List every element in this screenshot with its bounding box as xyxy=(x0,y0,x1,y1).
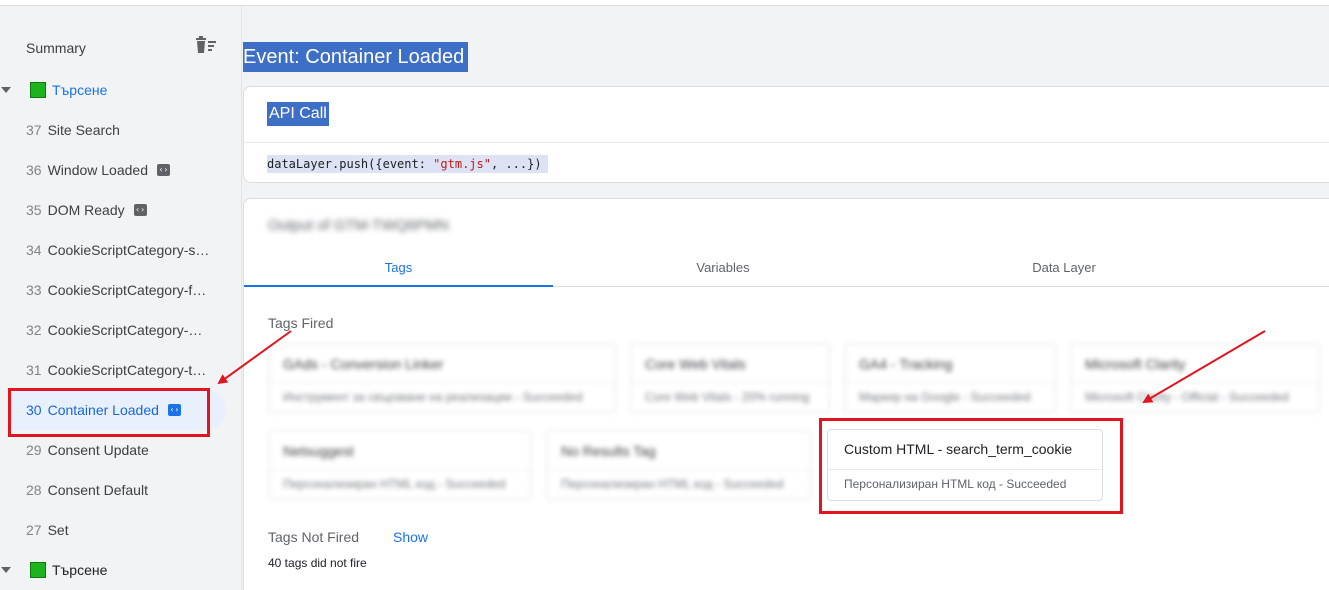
api-call-card: API Call dataLayer.push({event: "gtm.js"… xyxy=(243,86,1329,183)
tag-status: Инструмент за свързване на реализации - … xyxy=(283,390,583,404)
code-string: "gtm.js" xyxy=(433,157,491,171)
event-number: 33 xyxy=(26,282,42,298)
page-title: Event: Container Loaded xyxy=(243,42,469,72)
divider xyxy=(1071,382,1319,383)
output-title: Output of GTM-TWQ6PMN xyxy=(268,217,449,234)
output-tabs: Tags Variables Data Layer xyxy=(244,249,1329,287)
event-item[interactable]: 31 CookieScriptCategory-t… xyxy=(26,358,206,382)
tag-status: Маркер на Google - Succeeded xyxy=(859,390,1031,404)
event-number: 28 xyxy=(26,482,42,498)
event-label: CookieScriptCategory-t… xyxy=(47,362,207,378)
event-item[interactable]: 34 CookieScriptCategory-s… xyxy=(26,238,209,262)
summary-item[interactable]: Summary xyxy=(26,40,86,56)
event-item[interactable]: 27 Set xyxy=(26,518,69,542)
page-status-square-icon xyxy=(30,82,46,98)
event-sidebar: Summary Търсене 37 Site Search 36 Window… xyxy=(0,6,242,590)
divider xyxy=(631,382,829,383)
tag-name: Netsuggest xyxy=(283,443,354,459)
page-group-label: Търсене xyxy=(52,562,108,578)
divider xyxy=(547,469,811,470)
tags-fired-heading: Tags Fired xyxy=(268,315,334,331)
event-number: 34 xyxy=(26,242,42,258)
main-panel: Event: Container Loaded API Call dataLay… xyxy=(243,6,1329,590)
tag-name: Core Web Vitals xyxy=(645,356,746,372)
tag-status: Microsoft Clarity - Official - Succeeded xyxy=(1085,390,1289,404)
annotation-box-right xyxy=(819,418,1123,514)
event-number: 31 xyxy=(26,362,42,378)
code-suffix: , ...}) xyxy=(490,157,542,171)
clear-messages-icon[interactable] xyxy=(194,33,218,55)
tag-card[interactable]: Microsoft Clarity Microsoft Clarity - Of… xyxy=(1070,343,1320,413)
event-item[interactable]: 37 Site Search xyxy=(26,118,120,142)
event-label: Site Search xyxy=(47,122,120,138)
tab-data-layer[interactable]: Data Layer xyxy=(893,249,1235,287)
event-number: 32 xyxy=(26,322,42,338)
show-not-fired-link[interactable]: Show xyxy=(393,529,428,545)
output-card: Output of GTM-TWQ6PMN Tags Variables Dat… xyxy=(243,198,1329,590)
event-item[interactable]: 33 CookieScriptCategory-f… xyxy=(26,278,206,302)
event-number: 29 xyxy=(26,442,42,458)
event-number: 36 xyxy=(26,162,42,178)
code-icon: ‹› xyxy=(133,204,147,216)
tag-status: Персонализиран HTML код - Succeeded xyxy=(561,477,784,491)
page-status-square-icon xyxy=(30,562,46,578)
event-label: Consent Default xyxy=(47,482,148,498)
event-label: DOM Ready xyxy=(47,202,125,218)
divider xyxy=(269,469,531,470)
api-call-title: API Call xyxy=(267,102,329,126)
event-label: CookieScriptCategory-f… xyxy=(47,282,207,298)
code-icon: ‹› xyxy=(156,164,170,176)
collapse-caret-icon[interactable] xyxy=(1,567,11,573)
tag-name: Microsoft Clarity xyxy=(1085,356,1186,372)
tag-card[interactable]: Netsuggest Персонализиран HTML код - Suc… xyxy=(268,430,532,500)
code-prefix: dataLayer.push({event: xyxy=(267,157,434,171)
tag-card[interactable]: GAds - Conversion Linker Инструмент за с… xyxy=(268,343,616,413)
event-item[interactable]: 36 Window Loaded ‹› xyxy=(26,158,170,182)
page-group-1[interactable]: Търсене xyxy=(0,79,107,101)
event-label: Set xyxy=(47,522,69,538)
tag-card[interactable]: No Results Tag Персонализиран HTML код -… xyxy=(546,430,812,500)
divider xyxy=(269,382,615,383)
tab-variables[interactable]: Variables xyxy=(553,249,893,287)
tag-card[interactable]: Core Web Vitals Core Web Vitals - 20% ru… xyxy=(630,343,830,413)
event-label: CookieScriptCategory-… xyxy=(47,322,203,338)
divider xyxy=(244,142,1329,143)
page-group-label: Търсене xyxy=(52,82,108,98)
tag-status: Персонализиран HTML код - Succeeded xyxy=(283,477,506,491)
tab-tags[interactable]: Tags xyxy=(244,249,553,287)
api-call-code: dataLayer.push({event: "gtm.js", ...}) xyxy=(267,155,548,173)
event-number: 27 xyxy=(26,522,42,538)
tags-not-fired-heading: Tags Not Fired xyxy=(268,529,360,545)
tag-name: No Results Tag xyxy=(561,443,656,459)
annotation-box-left xyxy=(8,388,210,437)
event-item[interactable]: 32 CookieScriptCategory-… xyxy=(26,318,202,342)
not-fired-count: 40 tags did not fire xyxy=(268,556,367,570)
event-label: CookieScriptCategory-s… xyxy=(47,242,210,258)
event-label: Window Loaded xyxy=(47,162,148,178)
event-item[interactable]: 28 Consent Default xyxy=(26,478,148,502)
tag-card[interactable]: GA4 - Tracking Маркер на Google - Succee… xyxy=(844,343,1056,413)
tag-name: GA4 - Tracking xyxy=(859,356,953,372)
tag-status: Core Web Vitals - 20% running xyxy=(645,390,810,404)
event-label: Consent Update xyxy=(47,442,149,458)
page-group-2[interactable]: Търсене xyxy=(0,559,107,581)
event-item[interactable]: 29 Consent Update xyxy=(26,438,149,462)
event-number: 37 xyxy=(26,122,42,138)
event-number: 35 xyxy=(26,202,42,218)
event-item[interactable]: 35 DOM Ready ‹› xyxy=(26,198,147,222)
tag-name: GAds - Conversion Linker xyxy=(283,356,444,372)
divider xyxy=(845,382,1055,383)
collapse-caret-icon[interactable] xyxy=(1,87,11,93)
